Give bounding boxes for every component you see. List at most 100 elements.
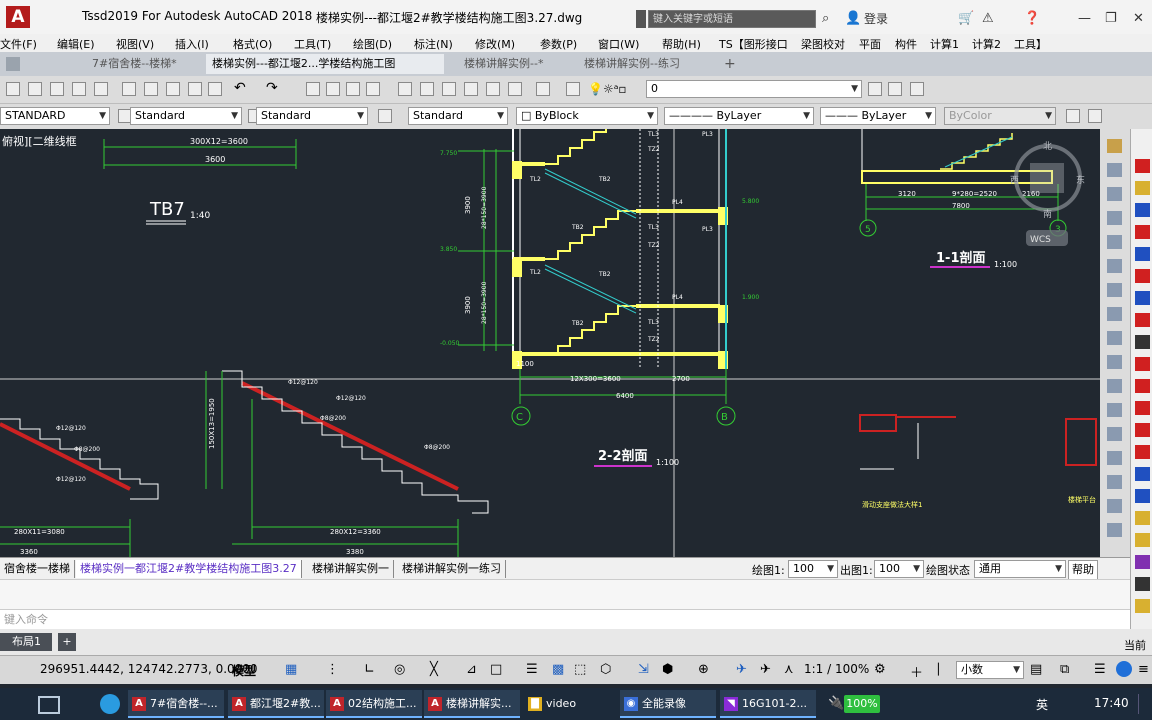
task-view-icon[interactable] [38,696,60,714]
menu-modify[interactable]: 修改(M) [475,36,515,52]
annotation-monitor-icon[interactable]: ＋ [910,662,923,681]
plotstyle-dropdown[interactable]: ByColor ▼ [944,107,1056,125]
tool-palettes-icon[interactable] [442,82,456,96]
stretch-icon[interactable] [1107,331,1122,345]
taskbar-item-1[interactable]: A 7#宿舍楼--... [128,690,224,718]
coordinates-readout[interactable]: 296951.4442, 124742.2773, 0.0000 [40,662,258,676]
battery-indicator[interactable]: 100% [844,695,880,713]
pan-icon[interactable] [306,82,320,96]
isodraft-icon[interactable]: ╳ [430,662,438,677]
menu-beam-check[interactable]: 梁图校对 [801,36,845,52]
selection-filter-icon[interactable]: ⬢ [662,662,673,677]
sheet-tab-3[interactable]: 楼梯讲解实例一 [308,560,394,578]
taskbar-item-4[interactable]: A 楼梯讲解实... [424,690,520,718]
redo-icon[interactable]: ↷ [266,80,278,96]
properties-icon[interactable] [398,82,412,96]
paste-icon[interactable] [166,82,180,96]
qnew-icon[interactable] [6,82,20,96]
compass-west[interactable]: 西 [1010,175,1019,186]
mirror-icon[interactable] [1107,187,1122,201]
power-plug-icon[interactable]: 🔌 [828,696,844,711]
ts-tool-20-icon[interactable] [1135,577,1150,591]
menu-component[interactable]: 构件 [895,36,917,52]
ts-tool-1-icon[interactable] [1135,159,1150,173]
annotation-scale-value[interactable]: 1:1 / 100% [804,662,869,676]
units-dropdown[interactable]: 小数 ▼ [956,661,1024,679]
osnap-tracking-icon[interactable]: ⊿ [466,662,477,677]
menu-file[interactable]: 文件(F) [0,36,37,52]
osnap-icon[interactable]: □ [490,662,502,677]
menu-draw[interactable]: 绘图(D) [353,36,392,52]
ts-tool-21-icon[interactable] [1135,599,1150,613]
dim-style-dropdown[interactable]: Standard ▼ [130,107,242,125]
markup-icon[interactable] [486,82,500,96]
viewport-label[interactable]: 俯视][二维线框 [2,134,77,148]
units-icon[interactable]: ⎸ [938,662,951,677]
ts-tool-12-icon[interactable] [1135,401,1150,415]
copy-icon[interactable] [144,82,158,96]
menu-insert[interactable]: 插入(I) [175,36,209,52]
draw-state-dropdown[interactable]: 通用 ▼ [974,560,1066,578]
menu-format[interactable]: 格式(O) [233,36,272,52]
cart-icon[interactable]: 🛒 [958,10,974,28]
quickcalc-icon[interactable] [508,82,522,96]
input-language[interactable]: 英 [1036,696,1048,713]
undo-icon[interactable]: ↶ [234,80,246,96]
text-style-dropdown[interactable]: STANDARD ▼ [0,107,110,125]
explode-icon[interactable] [1107,499,1122,513]
layer-state-icons[interactable]: 💡☼ᵃ▫ [588,82,627,96]
workspace-icon[interactable] [1066,109,1080,123]
taskbar-item-2[interactable]: A 都江堰2#教... [228,690,324,718]
erase-icon[interactable] [1107,139,1122,153]
search-toggle-icon[interactable] [636,10,646,28]
compass-east[interactable]: 东 [1076,174,1085,186]
menu-edit[interactable]: 编辑(E) [57,36,95,52]
isolate-objects-icon[interactable]: ☰ [1094,662,1106,677]
compass-south[interactable]: 南 [1043,208,1052,220]
array-icon[interactable] [1107,235,1122,249]
new-tab-button[interactable]: + [718,54,740,74]
restore-button[interactable]: ❐ [1105,10,1117,28]
ts-tool-4-icon[interactable] [1135,225,1150,239]
ts-tool-2-icon[interactable] [1135,181,1150,195]
snap-icon[interactable]: ⋮ [326,662,339,677]
lineweight-dropdown[interactable]: ——— ByLayer ▼ [820,107,936,125]
polar-icon[interactable]: ◎ [394,662,405,677]
layer-match-icon[interactable] [910,82,924,96]
zoom-window-icon[interactable] [346,82,360,96]
binoculars-icon[interactable]: ⌕ [822,10,829,28]
model-space-button[interactable]: 模型 [232,662,256,679]
ts-tool-6-icon[interactable] [1135,269,1150,283]
zoom-previous-icon[interactable] [366,82,380,96]
edge-browser-icon[interactable] [100,694,120,714]
ts-tool-8-icon[interactable] [1135,313,1150,327]
menu-tools2[interactable]: 工具】 [1014,36,1047,52]
draw-scale-dropdown[interactable]: 100 ▼ [788,560,838,578]
hardware-accel-icon[interactable] [1116,661,1132,677]
ts-tool-10-icon[interactable] [1135,357,1150,371]
offset-icon[interactable] [1107,211,1122,225]
menu-ts-interface[interactable]: TS【图形接口 [719,36,788,52]
lock-ui-icon[interactable]: ⧉ [1060,662,1069,677]
ts-tool-13-icon[interactable] [1135,423,1150,437]
clock[interactable]: 17:40 [1094,696,1129,710]
ts-tool-16-icon[interactable] [1135,489,1150,503]
menu-calc2[interactable]: 计算2 [972,36,1001,52]
scale-icon[interactable] [1107,307,1122,321]
join-icon[interactable] [1107,427,1122,441]
ts-tool-11-icon[interactable] [1135,379,1150,393]
help-button[interactable]: 帮助 [1068,560,1098,580]
ts-tool-18-icon[interactable] [1135,533,1150,547]
doc-tab-1[interactable]: 7#宿舍楼--楼梯* [86,54,204,74]
doc-tab-4[interactable]: 楼梯讲解实例--练习 [578,54,708,74]
save-icon[interactable] [72,82,86,96]
layer-previous-icon[interactable] [888,82,902,96]
copy-object-icon[interactable] [1107,163,1122,177]
menu-plan[interactable]: 平面 [859,36,881,52]
cut-icon[interactable] [122,82,136,96]
taskbar-item-7[interactable]: ◥ 16G101-2... [720,690,816,718]
compass-north[interactable]: 北 [1043,141,1052,152]
doc-tab-3[interactable]: 楼梯讲解实例--* [458,54,568,74]
menu-dimension[interactable]: 标注(N) [414,36,453,52]
ts-tool-17-icon[interactable] [1135,511,1150,525]
